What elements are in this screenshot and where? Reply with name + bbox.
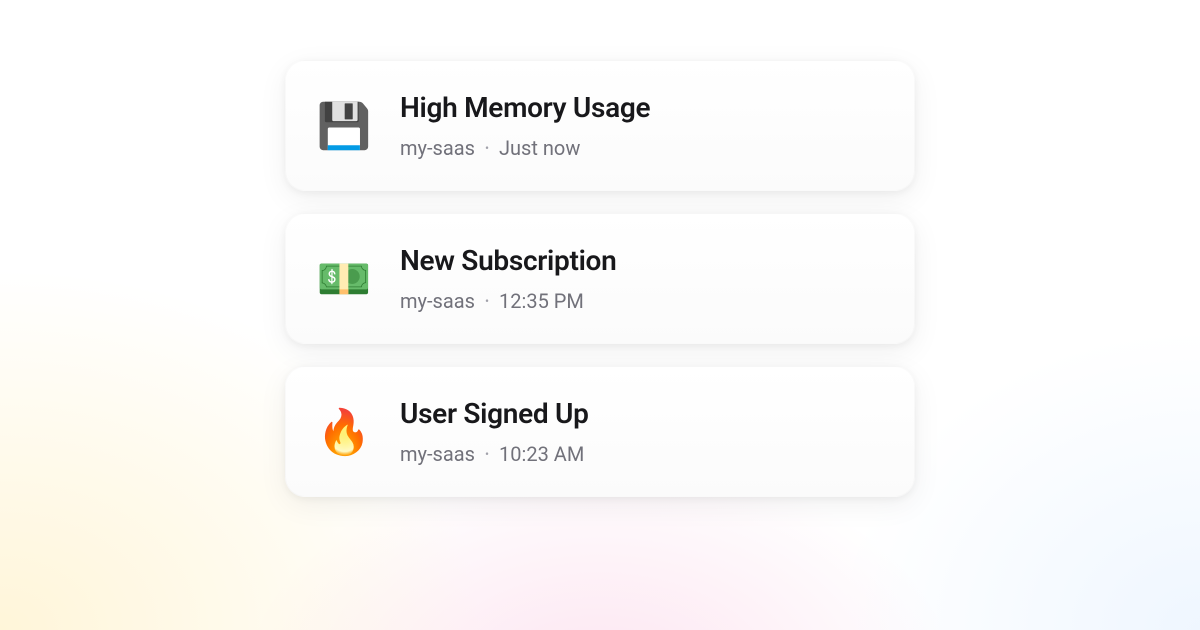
fire-icon: 🔥: [316, 404, 372, 460]
notification-card[interactable]: 💵 New Subscription my-saas • 12:35 PM: [285, 213, 915, 344]
floppy-disk-icon: 💾: [316, 98, 372, 154]
notification-title: New Subscription: [400, 244, 616, 277]
separator-dot: •: [485, 447, 489, 461]
separator-dot: •: [485, 141, 489, 155]
notification-time: Just now: [499, 136, 580, 160]
notification-project: my-saas: [400, 136, 475, 160]
notification-content: High Memory Usage my-saas • Just now: [400, 91, 650, 160]
notification-project: my-saas: [400, 289, 475, 313]
notification-card[interactable]: 💾 High Memory Usage my-saas • Just now: [285, 60, 915, 191]
notification-time: 10:23 AM: [499, 442, 584, 466]
notification-project: my-saas: [400, 442, 475, 466]
notification-list: 💾 High Memory Usage my-saas • Just now 💵…: [285, 60, 915, 497]
notification-title: High Memory Usage: [400, 91, 650, 124]
separator-dot: •: [485, 294, 489, 308]
notification-title: User Signed Up: [400, 397, 589, 430]
notification-meta: my-saas • Just now: [400, 136, 650, 160]
notification-time: 12:35 PM: [499, 289, 584, 313]
notification-meta: my-saas • 10:23 AM: [400, 442, 589, 466]
notification-content: User Signed Up my-saas • 10:23 AM: [400, 397, 589, 466]
money-icon: 💵: [316, 251, 372, 307]
notification-content: New Subscription my-saas • 12:35 PM: [400, 244, 616, 313]
notification-meta: my-saas • 12:35 PM: [400, 289, 616, 313]
notification-card[interactable]: 🔥 User Signed Up my-saas • 10:23 AM: [285, 366, 915, 497]
